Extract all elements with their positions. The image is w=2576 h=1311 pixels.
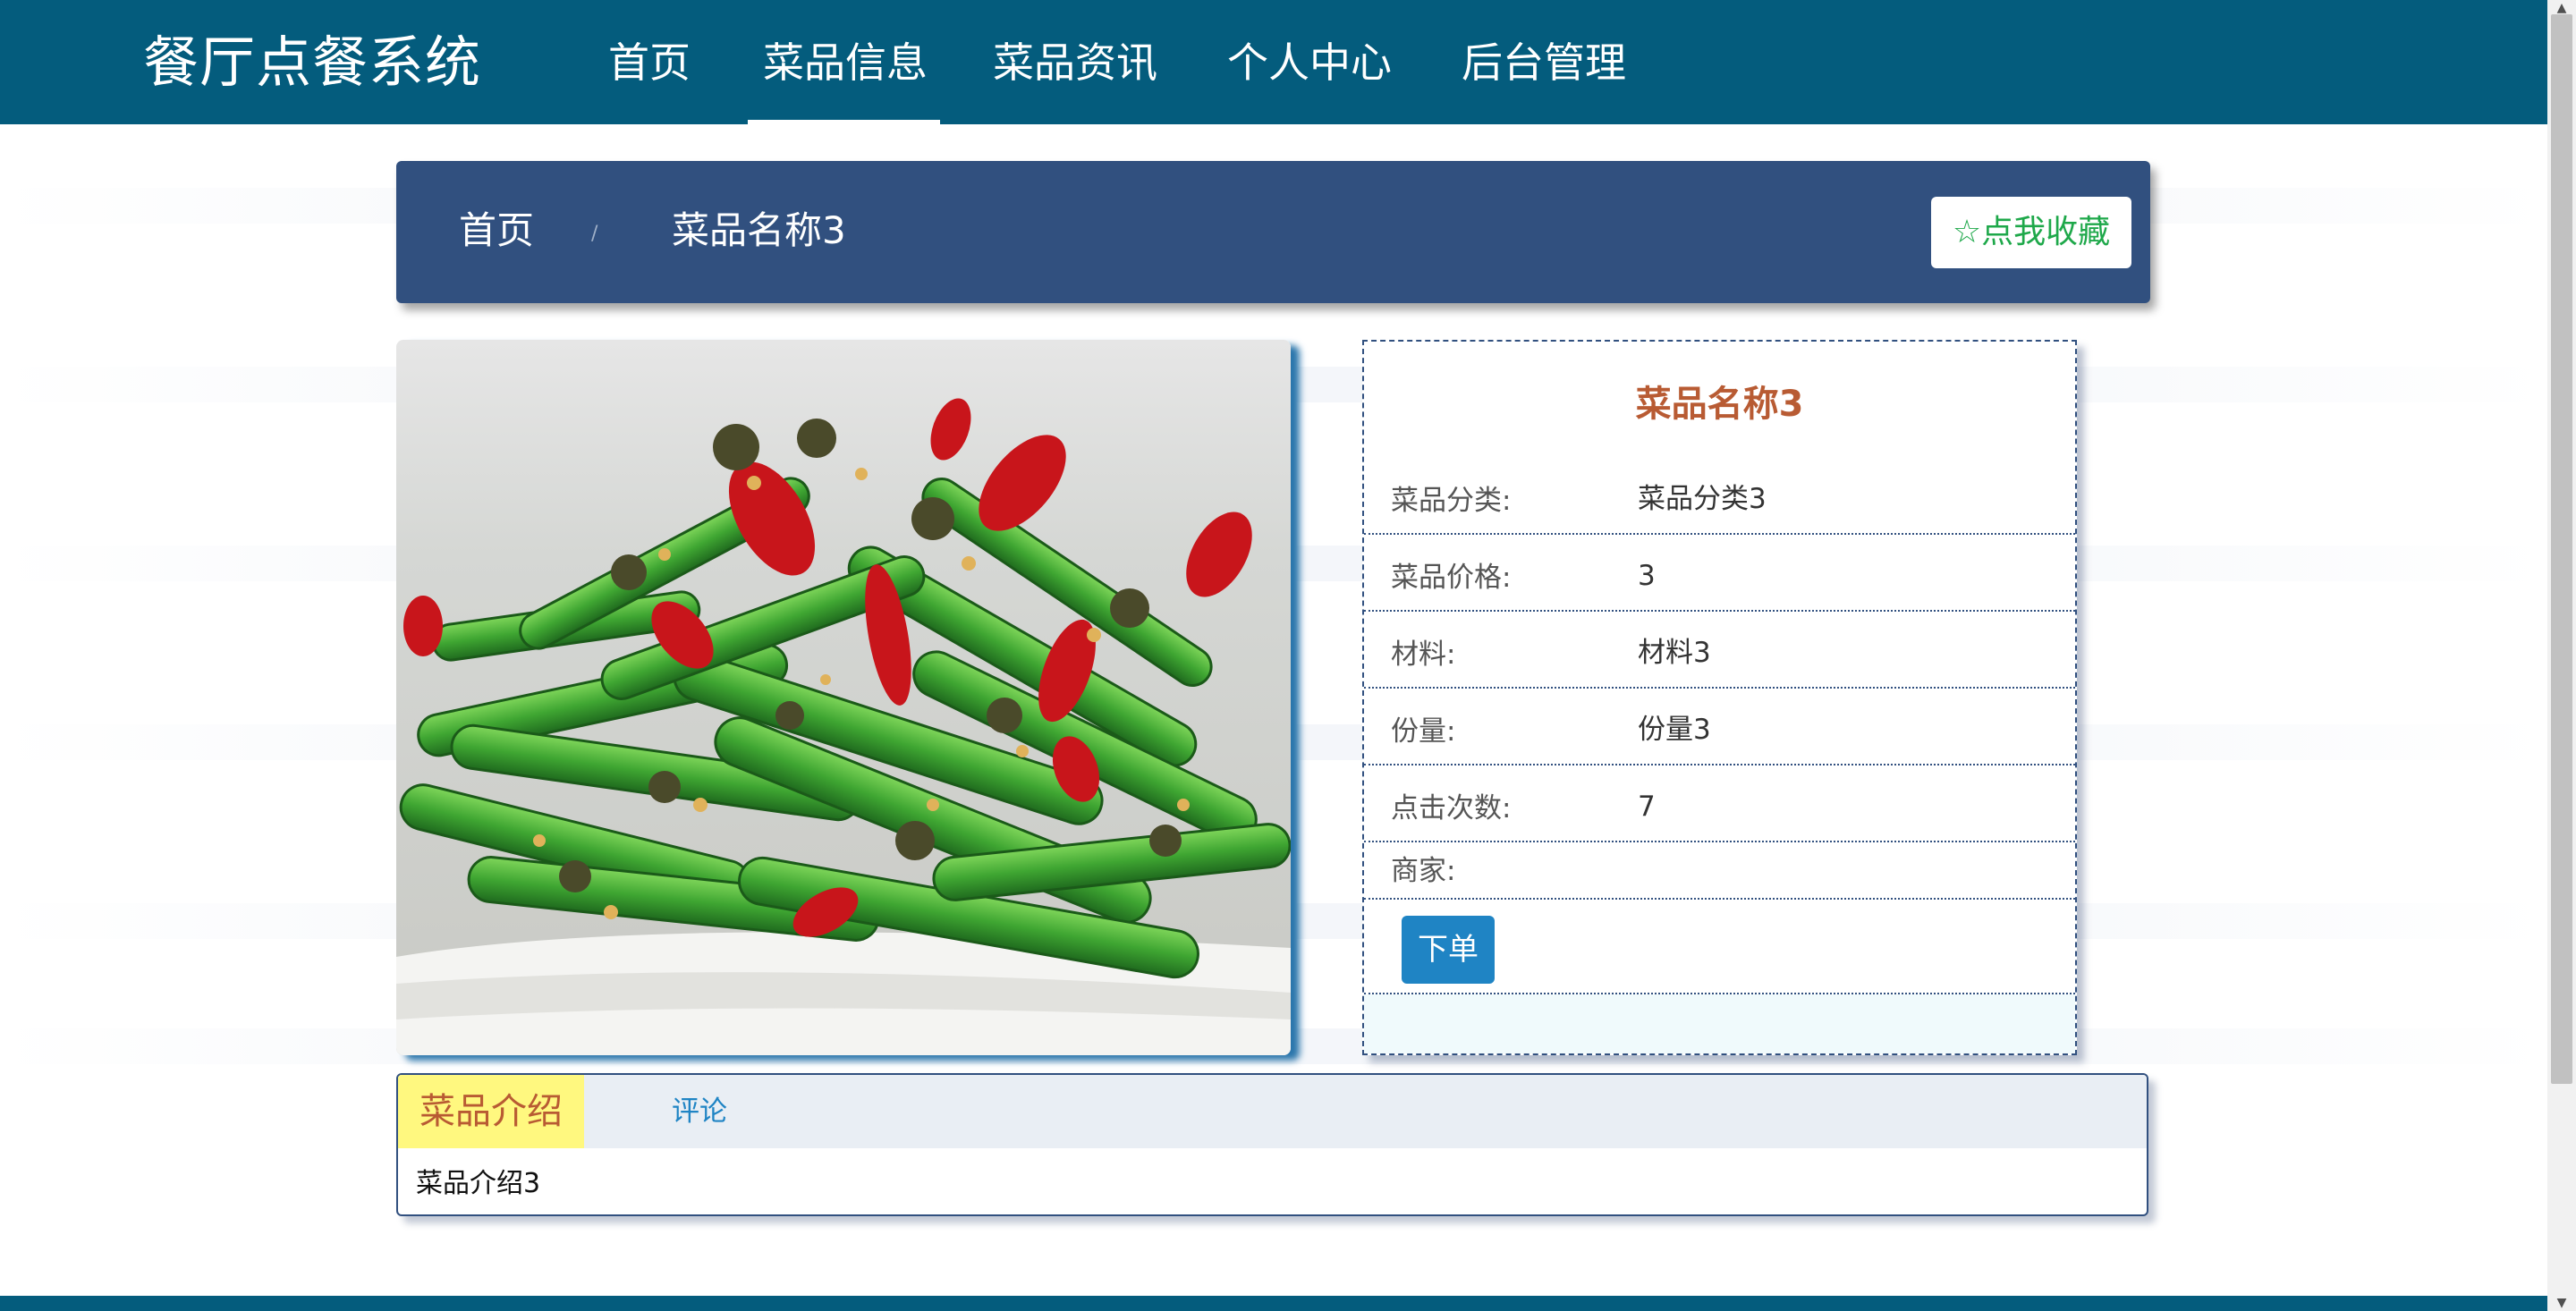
info-row-merchant: 商家: bbox=[1364, 842, 2075, 900]
scroll-down-arrow-icon[interactable]: ▼ bbox=[2551, 1297, 2572, 1309]
info-value: 3 bbox=[1638, 560, 1656, 592]
breadcrumb-separator: / bbox=[591, 223, 598, 245]
info-value: 菜品分类3 bbox=[1638, 483, 1767, 515]
tab-header: 菜品介绍 评论 bbox=[398, 1075, 2147, 1148]
info-row-clicks: 点击次数: 7 bbox=[1364, 765, 2075, 842]
active-nav-indicator bbox=[748, 120, 940, 124]
info-label: 份量: bbox=[1391, 715, 1456, 748]
info-value: 份量3 bbox=[1638, 714, 1711, 746]
info-panel-footer bbox=[1364, 994, 2075, 1053]
favorite-button[interactable]: ☆点我收藏 bbox=[1931, 197, 2131, 268]
star-outline-icon: ☆ bbox=[1952, 214, 1982, 250]
info-label: 点击次数: bbox=[1391, 792, 1512, 825]
scrollbar-thumb[interactable] bbox=[2551, 14, 2572, 1084]
dish-title: 菜品名称3 bbox=[1635, 384, 1804, 425]
top-navbar: 餐厅点餐系统 首页 菜品信息 菜品资讯 个人中心 后台管理 bbox=[0, 0, 2547, 124]
dish-image bbox=[396, 340, 1291, 1055]
info-row-price: 菜品价格: 3 bbox=[1364, 535, 2075, 612]
nav-item-dish-news[interactable]: 菜品资讯 bbox=[993, 32, 1157, 93]
info-label: 商家: bbox=[1391, 855, 1456, 887]
breadcrumb-home-link[interactable]: 首页 bbox=[459, 202, 534, 259]
dish-info-panel: 菜品名称3 菜品分类: 菜品分类3 菜品价格: 3 材料: 材料3 份量: 份量… bbox=[1362, 340, 2077, 1055]
info-value: 材料3 bbox=[1638, 637, 1711, 669]
tab-content: 菜品介绍3 bbox=[416, 1168, 541, 1199]
nav-item-home[interactable]: 首页 bbox=[608, 32, 691, 93]
breadcrumb: 首页 / 菜品名称3 ☆点我收藏 bbox=[396, 161, 2150, 303]
scroll-up-arrow-icon[interactable]: ▲ bbox=[2551, 2, 2572, 14]
info-row-portion: 份量: 份量3 bbox=[1364, 689, 2075, 765]
info-row-material: 材料: 材料3 bbox=[1364, 612, 2075, 689]
nav-item-user-center[interactable]: 个人中心 bbox=[1227, 32, 1392, 93]
info-label: 菜品价格: bbox=[1391, 562, 1512, 594]
info-label: 材料: bbox=[1391, 639, 1456, 671]
nav-item-admin[interactable]: 后台管理 bbox=[1462, 32, 1626, 93]
tab-comments[interactable]: 评论 bbox=[650, 1075, 749, 1148]
info-value: 7 bbox=[1638, 791, 1656, 823]
info-row-category: 菜品分类: 菜品分类3 bbox=[1364, 458, 2075, 535]
breadcrumb-current: 菜品名称3 bbox=[672, 208, 846, 252]
info-label: 菜品分类: bbox=[1391, 485, 1512, 517]
page-footer bbox=[0, 1296, 2547, 1311]
favorite-button-label: 点我收藏 bbox=[1981, 214, 2111, 250]
tab-introduction[interactable]: 菜品介绍 bbox=[398, 1075, 584, 1148]
dish-tabs: 菜品介绍 评论 菜品介绍3 bbox=[396, 1073, 2148, 1216]
site-brand[interactable]: 餐厅点餐系统 bbox=[143, 25, 481, 100]
order-button[interactable]: 下单 bbox=[1402, 916, 1495, 984]
nav-item-dish-info[interactable]: 菜品信息 bbox=[763, 32, 928, 93]
